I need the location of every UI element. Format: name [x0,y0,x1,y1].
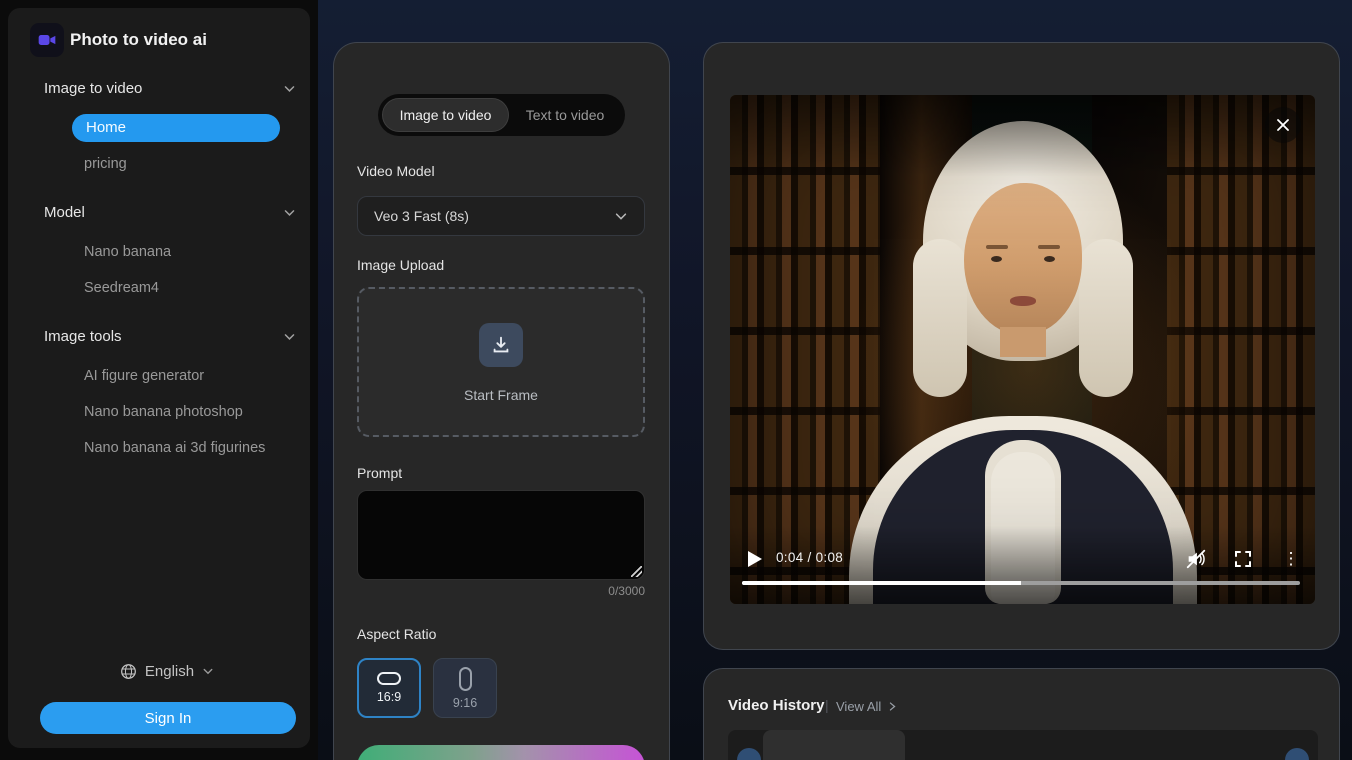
aspect-ratio-9-16-button[interactable]: 9:16 [433,658,497,718]
chevron-down-icon [284,333,295,340]
mute-button[interactable] [1183,546,1209,572]
prompt-label: Prompt [357,465,403,481]
app-logo [30,23,64,57]
chevron-down-icon [203,668,213,675]
textarea-resize-handle[interactable] [631,566,642,577]
controls-shade [730,526,1315,604]
tab-image-to-video[interactable]: Image to video [382,98,509,132]
chevron-down-icon [615,213,627,220]
upload-icon-button[interactable] [479,323,523,367]
video-progress-bar[interactable] [742,581,1300,585]
aspect-ratio-label: Aspect Ratio [357,626,437,642]
fullscreen-button[interactable] [1231,547,1255,571]
time-display: 0:04 / 0:08 [776,550,844,565]
video-camera-icon [38,35,56,45]
view-all-label: View All [836,699,882,714]
sidebar-section-image-to-video[interactable]: Image to video [44,78,296,98]
sidebar-item-nano-banana[interactable]: Nano banana [84,242,294,262]
sidebar-item-nano-banana-photoshop[interactable]: Nano banana photoshop [84,402,294,422]
sidebar-section-model[interactable]: Model [44,202,296,222]
download-icon [493,336,509,353]
chevron-right-icon [890,702,896,711]
close-icon [1277,119,1289,131]
chevron-down-icon [284,209,295,216]
character-counter: 0/3000 [608,584,645,598]
video-model-select[interactable]: Veo 3 Fast (8s) [357,196,645,236]
globe-icon [120,663,136,679]
video-player[interactable] [730,95,1315,604]
sidebar-item-ai-figure-generator[interactable]: AI figure generator [84,366,294,386]
view-all-link[interactable]: View All [836,699,898,714]
landscape-ratio-icon [377,672,401,685]
history-thumbnail[interactable] [763,730,905,760]
title-divider: | [825,697,829,713]
generate-button[interactable] [357,745,645,760]
fullscreen-icon [1235,551,1251,567]
kebab-menu-icon[interactable]: ⋮ [1282,546,1300,572]
aspect-ratio-value: 9:16 [452,695,478,710]
video-history-title: Video History [728,697,825,714]
close-video-button[interactable] [1265,107,1301,143]
sidebar: Photo to video ai Image to video Home pr… [8,8,310,748]
sidebar-item-home[interactable]: Home [72,114,280,142]
language-selector[interactable]: English [8,660,326,682]
language-label: English [144,662,195,680]
app-window: Photo to video ai Image to video Home pr… [0,0,1352,760]
play-icon [748,551,762,567]
prompt-input[interactable] [357,490,645,580]
chevron-down-icon [284,85,295,92]
tab-text-to-video[interactable]: Text to video [509,98,621,132]
sidebar-section-label: Image to video [44,79,143,97]
sidebar-item-seedream4[interactable]: Seedream4 [84,278,294,298]
sign-in-button[interactable]: Sign In [40,702,296,734]
video-model-value: Veo 3 Fast (8s) [374,208,469,224]
sidebar-section-image-tools[interactable]: Image tools [44,326,296,346]
sidebar-section-label: Model [44,203,85,221]
sidebar-item-nano-banana-3d-figurines[interactable]: Nano banana ai 3d figurines [84,438,294,458]
aspect-ratio-16-9-button[interactable]: 16:9 [357,658,421,718]
video-progress-fill [742,581,1021,585]
portrait-ratio-icon [458,666,472,691]
muted-speaker-icon [1186,549,1206,569]
start-frame-label: Start Frame [464,387,538,403]
play-button[interactable] [744,548,766,570]
app-title: Photo to video ai [70,30,207,49]
aspect-ratio-value: 16:9 [376,690,402,704]
video-model-label: Video Model [357,163,435,179]
sidebar-item-pricing[interactable]: pricing [84,154,294,174]
image-upload-label: Image Upload [357,257,445,273]
sidebar-section-label: Image tools [44,327,122,345]
